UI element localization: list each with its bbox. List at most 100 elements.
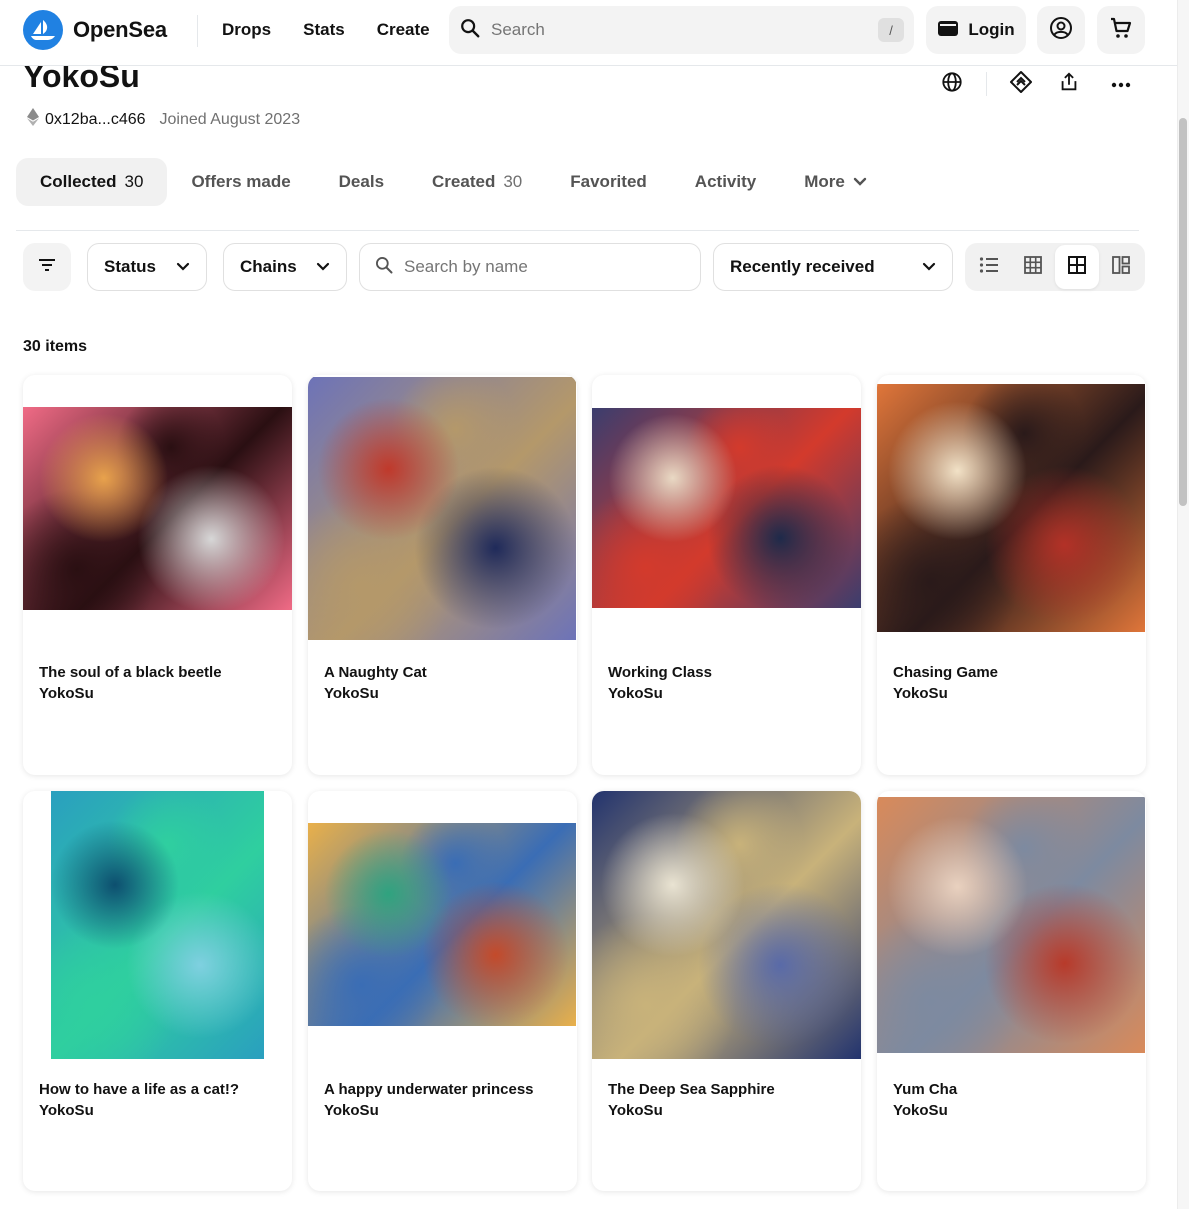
nav-link-drops[interactable]: Drops (222, 20, 271, 40)
nft-card[interactable]: Working Class YokoSu (592, 375, 861, 775)
make-offer-button[interactable] (1007, 70, 1035, 98)
nft-artwork-image (592, 408, 861, 608)
tab-favorited[interactable]: Favorited (546, 158, 671, 206)
status-dropdown[interactable]: Status (87, 243, 207, 291)
filter-icon (37, 257, 57, 278)
chevron-down-icon (316, 257, 330, 277)
search-by-name-input[interactable]: Search by name (359, 243, 701, 291)
nft-creator: YokoSu (39, 685, 94, 702)
cart-button[interactable] (1097, 6, 1145, 54)
ethereum-icon (27, 108, 39, 131)
more-options-button[interactable] (1107, 70, 1135, 98)
nft-card[interactable]: The Deep Sea Sapphire YokoSu (592, 791, 861, 1191)
nft-title: How to have a life as a cat!? (39, 1081, 240, 1098)
nft-card[interactable]: Chasing Game YokoSu (877, 375, 1146, 775)
tabs-divider (16, 230, 1139, 231)
profile-tabs: Collected 30 Offers made Deals Created 3… (16, 158, 891, 206)
opensea-logo[interactable]: OpenSea (23, 10, 167, 50)
tab-more[interactable]: More (780, 158, 891, 206)
nft-creator: YokoSu (893, 685, 948, 702)
masonry-grid-icon (1112, 255, 1130, 279)
login-label: Login (968, 20, 1015, 39)
global-search-input[interactable]: Search / (449, 6, 914, 54)
more-horizontal-icon (1111, 75, 1131, 93)
joined-date: Joined August 2023 (159, 110, 301, 128)
search-icon (374, 255, 394, 280)
sort-dropdown[interactable]: Recently received (713, 243, 953, 291)
nft-creator: YokoSu (608, 685, 663, 702)
chevron-down-icon (853, 172, 867, 192)
scrollbar-thumb[interactable] (1179, 118, 1187, 506)
chains-dropdown[interactable]: Chains (223, 243, 347, 291)
nft-title: A happy underwater princess (324, 1081, 534, 1098)
tab-offers-made-label: Offers made (191, 172, 291, 191)
tab-created[interactable]: Created 30 (408, 158, 546, 206)
nft-artwork-image (308, 377, 576, 640)
nft-card[interactable]: A Naughty Cat YokoSu (308, 375, 577, 775)
status-dropdown-label: Status (104, 257, 156, 276)
nft-title: Yum Cha (893, 1081, 958, 1098)
search-icon (459, 17, 481, 44)
opensea-boat-icon (23, 10, 63, 50)
tab-collected-count: 30 (124, 172, 144, 191)
share-icon (1058, 71, 1080, 98)
nft-title: Working Class (608, 664, 712, 681)
tab-activity-label: Activity (694, 172, 757, 191)
nft-creator: YokoSu (893, 1102, 948, 1119)
masonry-view-button[interactable] (1099, 245, 1143, 289)
search-placeholder: Search (491, 20, 545, 39)
nft-creator: YokoSu (324, 1102, 379, 1119)
nft-artwork-image (877, 384, 1145, 632)
header-divider (986, 72, 987, 96)
nft-card[interactable]: Yum Cha YokoSu (877, 791, 1146, 1191)
tab-favorited-label: Favorited (570, 172, 647, 191)
small-grid-icon (1024, 255, 1042, 279)
cart-icon (1109, 16, 1133, 45)
page-scrollbar[interactable] (1177, 0, 1189, 1209)
nav-divider (197, 15, 198, 47)
filter-toggle-button[interactable] (23, 243, 71, 291)
tab-created-count: 30 (503, 172, 523, 191)
tab-collected-label: Collected (40, 172, 117, 191)
nft-creator: YokoSu (39, 1102, 94, 1119)
list-view-button[interactable] (967, 245, 1011, 289)
tab-deals[interactable]: Deals (315, 158, 408, 206)
list-view-icon (979, 256, 999, 279)
tab-created-label: Created (432, 172, 496, 191)
nft-card[interactable]: How to have a life as a cat!? YokoSu (23, 791, 292, 1191)
nft-creator: YokoSu (324, 685, 379, 702)
profile-button[interactable] (1037, 6, 1085, 54)
small-grid-view-button[interactable] (1011, 245, 1055, 289)
account-icon (1049, 16, 1073, 45)
brand-name: OpenSea (73, 17, 167, 42)
large-grid-view-button[interactable] (1055, 245, 1099, 289)
nft-artwork-image (877, 797, 1145, 1053)
nft-title: A Naughty Cat (324, 664, 427, 681)
tab-offers-made[interactable]: Offers made (167, 158, 314, 206)
view-mode-toggle (965, 243, 1145, 291)
nft-title: Chasing Game (893, 664, 999, 681)
tab-collected[interactable]: Collected 30 (16, 158, 168, 206)
top-navigation: OpenSea Drops Stats Create Search / Logi… (0, 0, 1177, 66)
nav-link-stats[interactable]: Stats (303, 20, 345, 40)
login-button[interactable]: Login (926, 6, 1026, 54)
wallet-address-text: 0x12ba...c466 (45, 110, 146, 128)
offer-tag-icon (1009, 70, 1033, 99)
nav-link-create[interactable]: Create (377, 20, 430, 40)
item-count: 30 items (23, 338, 88, 355)
search-by-name-placeholder: Search by name (404, 257, 528, 276)
chains-dropdown-label: Chains (240, 257, 297, 276)
chevron-down-icon (176, 257, 190, 277)
nft-creator: YokoSu (608, 1102, 663, 1119)
nft-title: The soul of a black beetle (39, 664, 222, 681)
search-shortcut-badge: / (878, 18, 904, 42)
wallet-address[interactable]: 0x12ba...c466 (27, 108, 146, 131)
wallet-icon (937, 18, 959, 43)
large-grid-icon (1068, 255, 1086, 279)
nft-card[interactable]: The soul of a black beetle YokoSu (23, 375, 292, 775)
globe-icon (941, 71, 963, 98)
website-button[interactable] (938, 70, 966, 98)
nft-card[interactable]: A happy underwater princess YokoSu (308, 791, 577, 1191)
tab-activity[interactable]: Activity (671, 158, 780, 206)
share-button[interactable] (1055, 70, 1083, 98)
